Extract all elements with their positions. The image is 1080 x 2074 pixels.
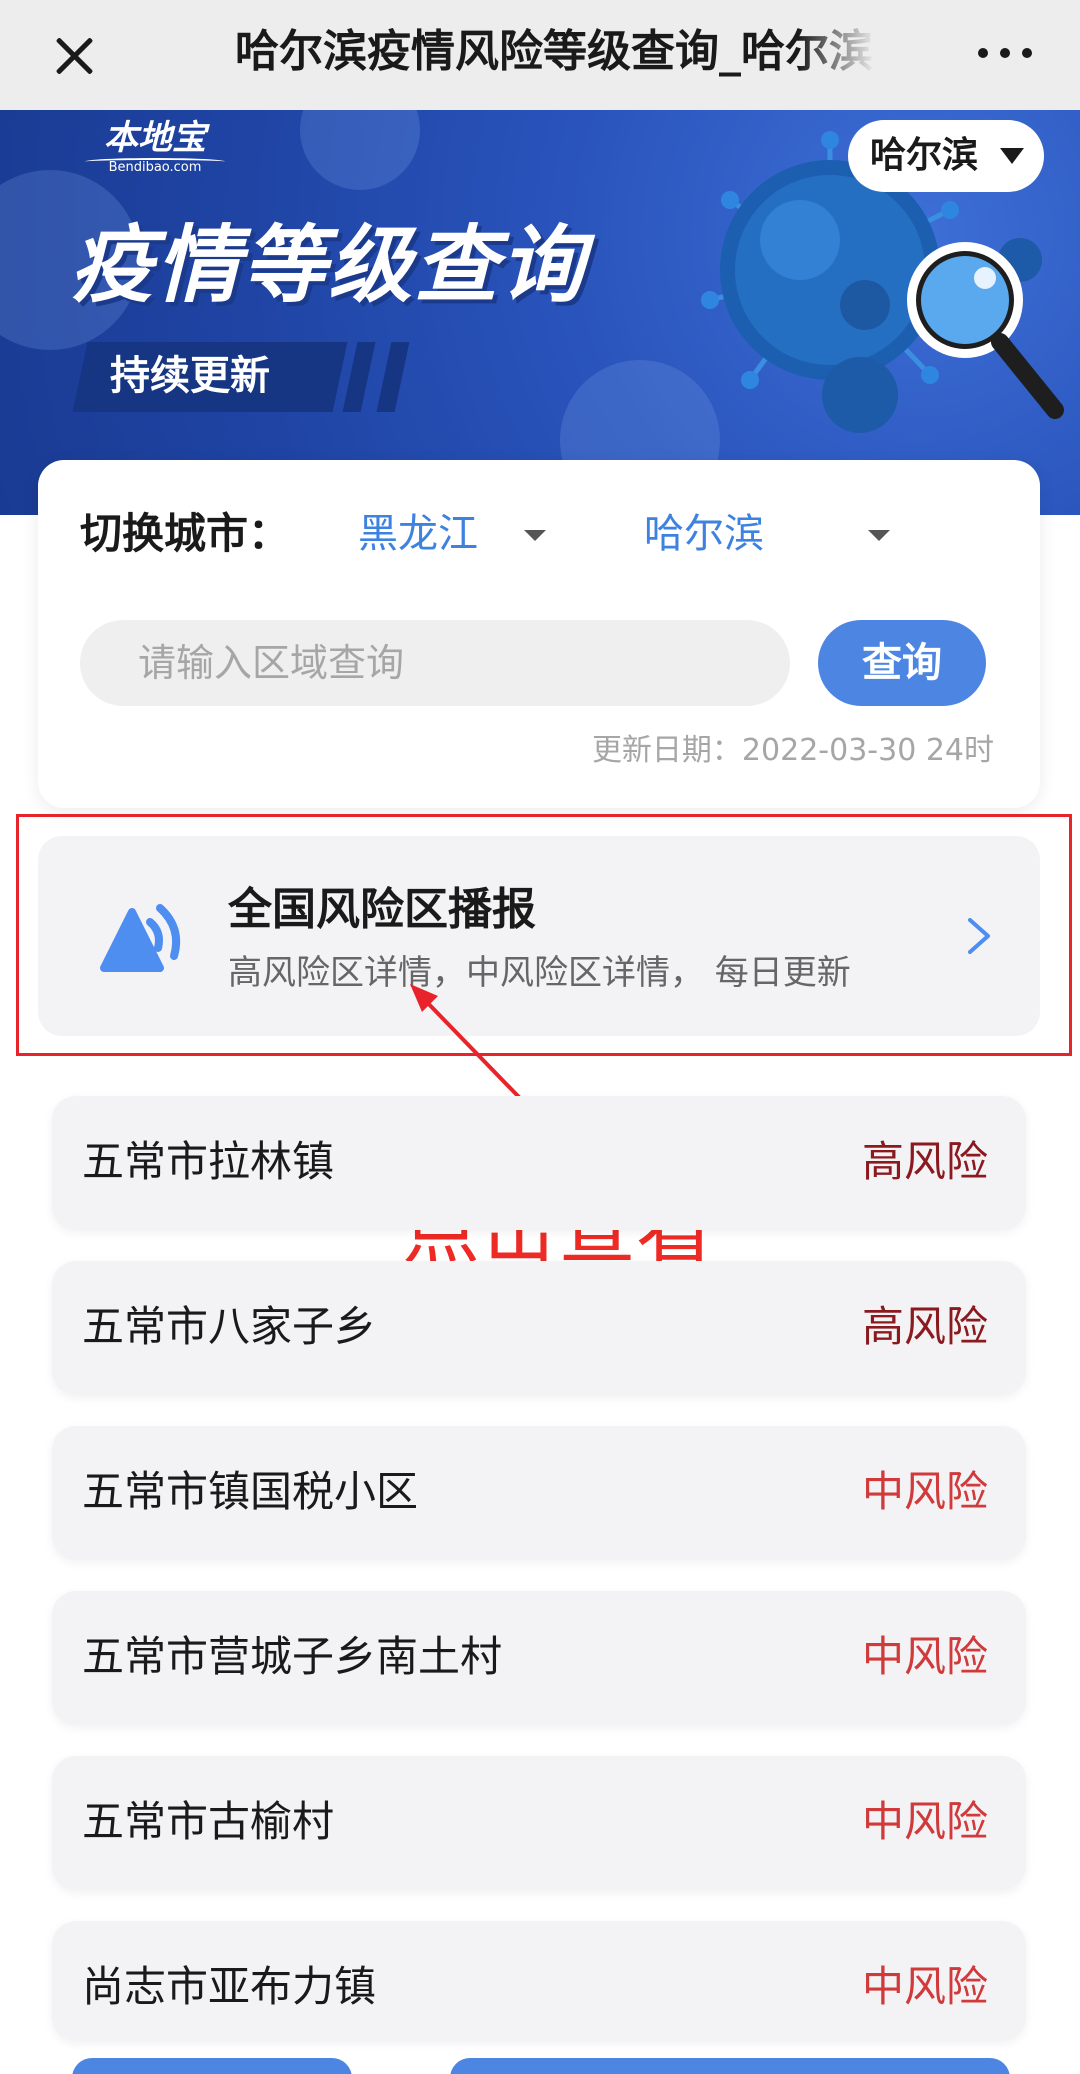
city-select[interactable]: 哈尔滨 <box>644 504 904 564</box>
page-title: 哈尔滨疫情风险等级查询_哈尔滨本地宝 <box>235 26 875 77</box>
city-select-value: 哈尔滨 <box>644 511 764 557</box>
risk-level-badge: 高风险 <box>861 1137 988 1186</box>
national-risk-broadcast-card[interactable]: 全国风险区播报 高风险区详情，中风险区详情， 每日更新 <box>38 836 1040 1036</box>
risk-level-badge: 中风险 <box>861 1632 988 1681</box>
bendibao-logo: 本地宝 Bendibao.com <box>85 118 225 188</box>
query-card: 切换城市： 黑龙江 哈尔滨 查询 更新日期：2022-03-30 24时 <box>38 460 1040 808</box>
risk-level-badge: 中风险 <box>861 1467 988 1516</box>
banner-stripes <box>342 342 420 412</box>
area-name: 五常市镇国税小区 <box>82 1467 419 1516</box>
banner: 本地宝 Bendibao.com 疫情等级查询 持续更新 哈尔滨 <box>0 110 1080 515</box>
city-dropdown-label: 哈尔滨 <box>870 135 979 176</box>
bottom-tab-button[interactable] <box>72 2058 352 2074</box>
update-date: 更新日期：2022-03-30 24时 <box>591 733 994 768</box>
area-name: 尚志市亚布力镇 <box>82 1962 377 2011</box>
province-select-value: 黑龙江 <box>358 511 478 557</box>
more-dots-icon[interactable] <box>970 22 1040 82</box>
area-name: 五常市拉林镇 <box>82 1137 335 1186</box>
risk-list-item[interactable]: 尚志市亚布力镇 中风险 <box>52 1921 1026 2041</box>
caret-down-icon <box>868 530 890 541</box>
risk-list-item[interactable]: 五常市营城子乡南土村 中风险 <box>52 1591 1026 1725</box>
switch-city-label: 切换城市： <box>80 509 291 558</box>
risk-list-item[interactable]: 五常市拉林镇 高风险 <box>52 1096 1026 1230</box>
top-nav-bar: 哈尔滨疫情风险等级查询_哈尔滨本地宝 <box>0 0 1080 110</box>
area-name: 五常市营城子乡南土村 <box>82 1632 503 1681</box>
city-dropdown[interactable]: 哈尔滨 <box>848 120 1044 192</box>
caret-down-icon <box>524 530 546 541</box>
close-icon[interactable] <box>40 20 110 90</box>
area-name: 五常市古榆村 <box>82 1797 335 1846</box>
broadcast-title: 全国风险区播报 <box>228 884 536 935</box>
search-button[interactable]: 查询 <box>818 620 986 706</box>
broadcast-subtitle: 高风险区详情，中风险区详情， 每日更新 <box>228 953 851 993</box>
risk-level-badge: 中风险 <box>861 1797 988 1846</box>
broadcast-speaker-icon <box>100 904 181 972</box>
chevron-right-icon <box>968 918 990 954</box>
banner-title: 疫情等级查询 <box>70 216 587 314</box>
chevron-down-icon <box>1000 148 1024 164</box>
bottom-tab-button[interactable] <box>450 2058 1010 2074</box>
province-select[interactable]: 黑龙江 <box>358 504 588 564</box>
risk-list-item[interactable]: 五常市八家子乡 高风险 <box>52 1261 1026 1395</box>
risk-level-badge: 高风险 <box>861 1302 988 1351</box>
region-search-input[interactable] <box>80 620 790 706</box>
risk-level-badge: 中风险 <box>861 1962 988 2011</box>
banner-tag: 持续更新 <box>110 353 270 399</box>
area-name: 五常市八家子乡 <box>82 1302 377 1351</box>
risk-list-item[interactable]: 五常市古榆村 中风险 <box>52 1756 1026 1890</box>
risk-list-item[interactable]: 五常市镇国税小区 中风险 <box>52 1426 1026 1560</box>
